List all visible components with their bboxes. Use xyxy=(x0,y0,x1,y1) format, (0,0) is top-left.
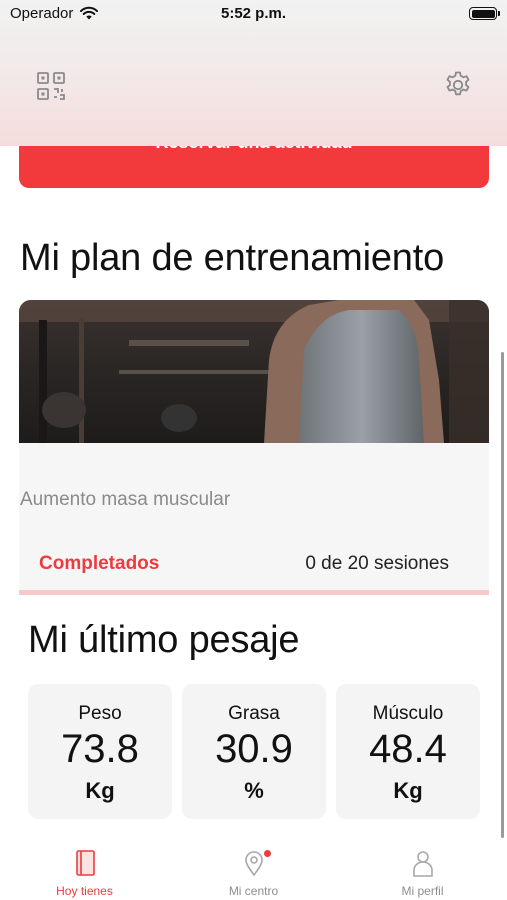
notification-badge xyxy=(264,850,271,857)
status-bar: Operador 5:52 p.m. xyxy=(0,0,507,28)
qr-code-icon[interactable] xyxy=(36,71,66,101)
stat-value: 73.8 xyxy=(61,727,139,771)
status-time: 5:52 p.m. xyxy=(220,5,287,22)
stat-card-muscle[interactable]: Músculo 48.4 Kg xyxy=(336,684,480,819)
stat-card-fat[interactable]: Grasa 30.9 % xyxy=(182,684,326,819)
tab-my-profile[interactable]: Mi perfil xyxy=(338,838,507,900)
stat-label: Grasa xyxy=(228,703,280,724)
stat-label: Músculo xyxy=(372,703,444,724)
tab-label: Mi perfil xyxy=(401,884,444,898)
stat-unit: Kg xyxy=(85,778,115,803)
tab-label: Mi centro xyxy=(228,884,279,898)
stat-card-weight[interactable]: Peso 73.8 Kg xyxy=(28,684,172,819)
stat-unit: % xyxy=(244,778,264,803)
plan-progress-bar xyxy=(19,590,489,595)
sessions-count: 0 de 20 sesiones xyxy=(305,553,449,574)
gear-icon[interactable] xyxy=(443,70,473,100)
training-plan-title: Mi plan de entrenamiento xyxy=(20,237,445,279)
person-icon xyxy=(413,851,433,877)
tab-today[interactable]: Hoy tienes xyxy=(0,838,169,900)
scroll-indicator[interactable] xyxy=(501,352,504,838)
stat-value: 30.9 xyxy=(215,727,293,771)
stat-unit: Kg xyxy=(393,778,423,803)
battery-icon xyxy=(469,7,500,20)
tab-label: Hoy tienes xyxy=(56,884,113,898)
last-weigh-in-title: Mi último pesaje xyxy=(28,619,300,661)
tab-my-center[interactable]: Mi centro xyxy=(169,838,338,900)
completed-label: Completados xyxy=(39,553,160,574)
top-header: Operador 5:52 p.m. xyxy=(0,0,507,146)
stat-value: 48.4 xyxy=(369,727,447,771)
plan-progress-row: Completados 0 de 20 sesiones xyxy=(19,548,489,578)
tab-bar: Hoy tienes Mi centro Mi perfil xyxy=(0,838,507,900)
stat-label: Peso xyxy=(78,703,122,724)
plan-name: Aumento masa muscular xyxy=(20,489,231,510)
notebook-icon xyxy=(76,850,95,876)
gym-photo xyxy=(19,300,489,443)
